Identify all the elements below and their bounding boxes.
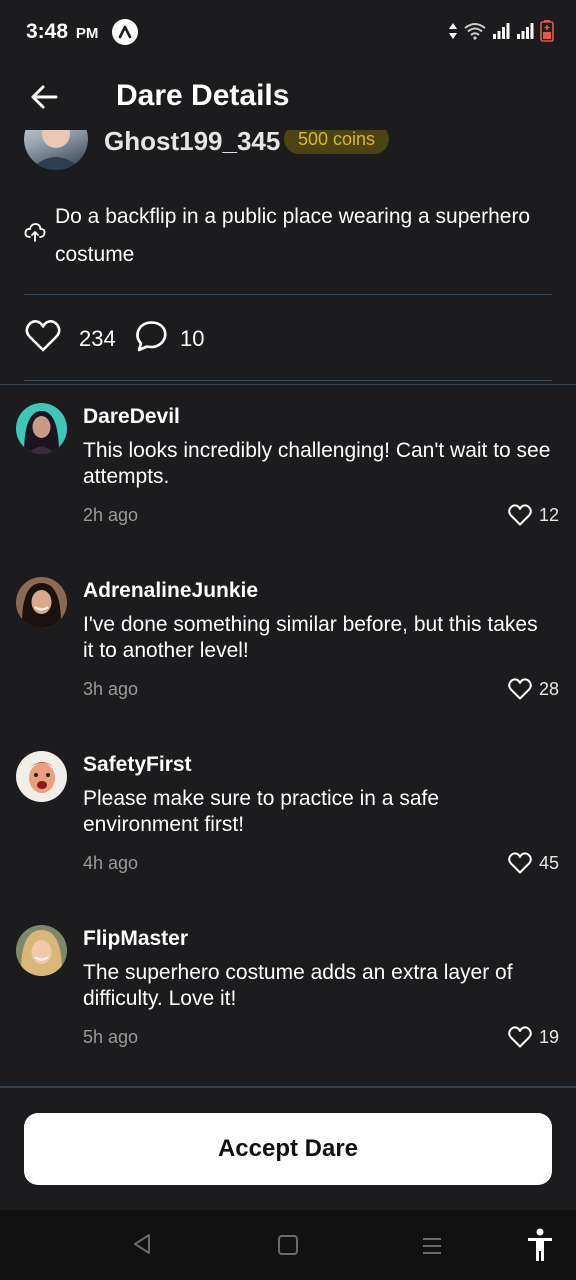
comment-time: 5h ago xyxy=(83,1027,139,1047)
signal-icon xyxy=(517,23,534,39)
comment-username[interactable]: AdrenalineJunkie xyxy=(83,579,258,603)
status-time-ampm: PM xyxy=(75,25,99,42)
divider xyxy=(24,380,552,381)
coins-badge: 500 coins xyxy=(284,130,390,154)
creator-avatar[interactable] xyxy=(24,130,88,170)
avatar[interactable] xyxy=(16,577,67,628)
accept-dare-button[interactable]: Accept Dare xyxy=(24,1113,552,1185)
comment-text: Please make sure to practice in a safe e… xyxy=(83,787,440,836)
page-title: Dare Details xyxy=(116,79,290,112)
comment-item: FlipMaster The superhero costume adds an… xyxy=(0,907,576,1081)
like-count: 234 xyxy=(79,326,116,351)
status-time-value: 3:48 xyxy=(26,20,69,43)
status-time: 3:48 PM xyxy=(26,20,98,44)
comment-time: 2h ago xyxy=(83,505,139,525)
signal-icon xyxy=(493,23,510,39)
status-bar: 3:48 PM xyxy=(0,0,576,64)
comment-bubble-icon[interactable] xyxy=(133,319,169,355)
comment-like-count: 19 xyxy=(539,1027,560,1047)
comment-username[interactable]: SafetyFirst xyxy=(83,753,192,777)
comment-text: The superhero costume adds an extra laye… xyxy=(83,961,513,1010)
comment-text: I've done something similar before, but … xyxy=(83,613,538,662)
comment-item: AdrenalineJunkie I've done something sim… xyxy=(0,559,576,733)
battery-icon xyxy=(540,20,554,42)
comment-count: 10 xyxy=(180,326,205,351)
comment-username[interactable]: DareDevil xyxy=(83,405,180,429)
comments-list: DareDevil This looks incredibly challeng… xyxy=(0,385,576,1085)
wifi-icon xyxy=(464,23,486,40)
comment-item: SafetyFirst Please make sure to practice… xyxy=(0,733,576,907)
dare-description: Do a backflip in a public place wearing … xyxy=(55,205,531,266)
dare-card: Ghost199_345 500 coins Do a backflip in … xyxy=(0,130,576,385)
comment-item: DareDevil This looks incredibly challeng… xyxy=(0,385,576,559)
comment-username[interactable]: FlipMaster xyxy=(83,927,188,951)
avatar[interactable] xyxy=(16,403,67,454)
home-square-icon[interactable] xyxy=(276,1233,300,1257)
comment-like-count: 12 xyxy=(539,505,560,525)
heart-icon[interactable] xyxy=(507,1025,533,1049)
comment-like-count: 28 xyxy=(539,679,560,699)
comment-time: 4h ago xyxy=(83,853,139,873)
system-nav-bar xyxy=(0,1210,576,1280)
back-triangle-icon[interactable] xyxy=(130,1232,154,1256)
menu-lines-icon[interactable] xyxy=(420,1234,444,1258)
back-button[interactable] xyxy=(26,78,64,116)
comment-time: 3h ago xyxy=(83,679,139,699)
divider xyxy=(24,294,552,295)
data-arrows-icon xyxy=(449,23,457,39)
cloud-upload-icon xyxy=(24,221,46,243)
heart-icon[interactable] xyxy=(507,503,533,527)
creator-name[interactable]: Ghost199_345 xyxy=(104,130,280,157)
comment-like-count: 45 xyxy=(539,853,560,873)
divider xyxy=(0,1086,576,1088)
avatar[interactable] xyxy=(16,751,67,802)
avatar[interactable] xyxy=(16,925,67,976)
status-icons xyxy=(448,20,554,42)
comment-text: This looks incredibly challenging! Can't… xyxy=(83,439,551,488)
accessibility-icon[interactable] xyxy=(526,1228,554,1262)
heart-icon[interactable] xyxy=(507,851,533,875)
heart-icon[interactable] xyxy=(507,677,533,701)
heart-icon[interactable] xyxy=(24,318,62,354)
a-letter-icon xyxy=(112,19,138,45)
header: Dare Details xyxy=(0,64,576,130)
arrow-left-icon xyxy=(31,85,58,109)
